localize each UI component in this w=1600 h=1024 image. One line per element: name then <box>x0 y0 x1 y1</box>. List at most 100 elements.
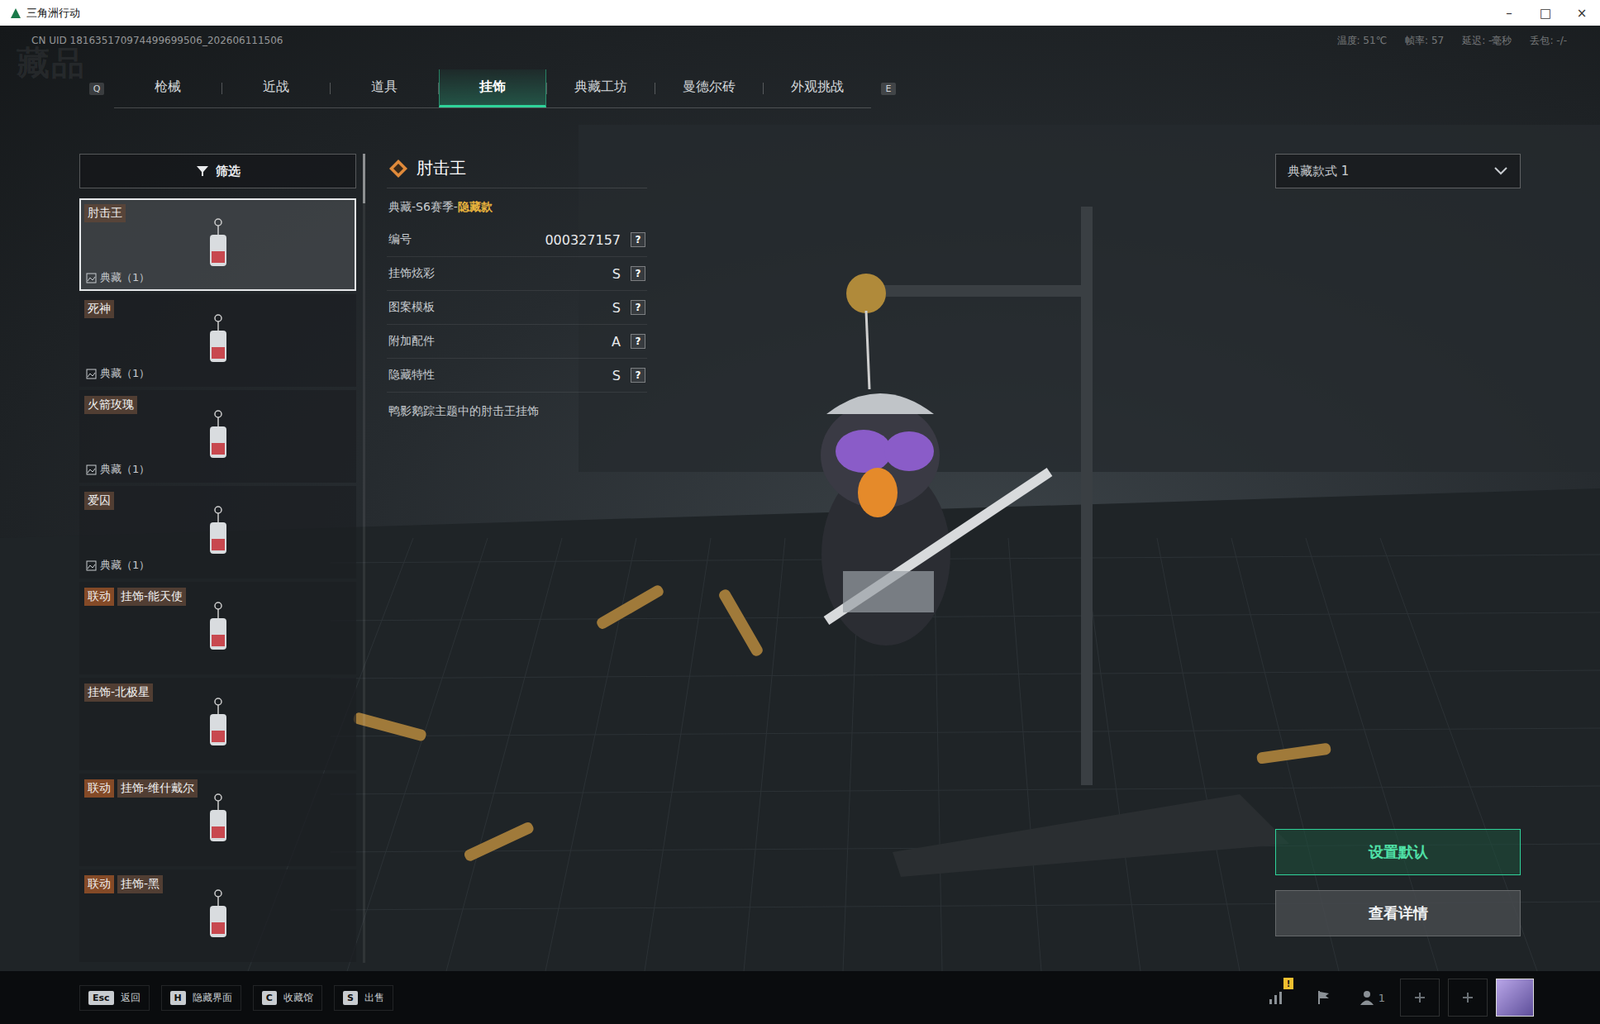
title-bar: 三角洲行动–□× <box>0 0 1600 26</box>
help-button[interactable]: ? <box>630 333 646 349</box>
tab-separator <box>762 82 764 95</box>
charm-list: 肘击王典藏（1）死神典藏（1）火箭玫瑰典藏（1）爱囚典藏（1）联动挂饰-能天使挂… <box>79 198 357 963</box>
image-icon <box>85 368 97 380</box>
category-tab[interactable]: 近战 <box>222 69 330 108</box>
category-tab[interactable]: 挂饰 <box>438 69 547 108</box>
charm-thumbnail-icon <box>201 697 235 751</box>
description: 鸭影鹅踪主题中的肘击王挂饰 <box>386 392 648 431</box>
charm-thumbnail-icon <box>201 889 235 943</box>
list-scrollbar[interactable] <box>362 153 366 963</box>
scrollbar-thumb[interactable] <box>362 153 366 204</box>
uid-text: CN UID 181635170974499699506_20260611150… <box>31 34 284 47</box>
collection-count: 典藏（1） <box>85 461 150 477</box>
alert-badge: ! <box>1283 977 1294 990</box>
tab-separator <box>221 82 223 95</box>
shortcut-button[interactable]: Esc返回 <box>79 985 150 1011</box>
charm-thumbnail-icon <box>201 218 235 272</box>
shortcut-button[interactable]: S出售 <box>333 985 394 1011</box>
collection-count: 典藏（1） <box>85 366 150 381</box>
squad-button[interactable]: 1 <box>1352 978 1392 1017</box>
charm-item[interactable]: 联动挂饰-黑 <box>79 869 357 962</box>
invite-slot[interactable] <box>1447 978 1488 1017</box>
invite-slot[interactable] <box>1400 978 1440 1017</box>
category-tab[interactable]: 道具 <box>330 69 439 108</box>
attribute-row: 挂饰炫彩S? <box>386 257 648 291</box>
tab-separator <box>546 82 548 95</box>
perf-stat: 延迟: -毫秒 <box>1461 33 1512 48</box>
perf-stat: 丢包: -/- <box>1529 33 1567 48</box>
charm-name: 火箭玫瑰 <box>84 395 138 415</box>
charm-thumbnail-icon <box>201 601 235 655</box>
charm-item[interactable]: 火箭玫瑰典藏（1） <box>79 390 357 483</box>
perf-stats: 温度: 51℃帧率: 57延迟: -毫秒丢包: -/- <box>1337 33 1568 48</box>
image-icon <box>85 272 97 284</box>
category-tab[interactable]: 典藏工坊 <box>547 69 655 108</box>
bottom-bar: Esc返回H隐藏界面C收藏馆S出售!1 <box>0 971 1600 1024</box>
window-control[interactable]: – <box>1490 5 1528 21</box>
prev-tab-key[interactable]: Q <box>89 82 105 96</box>
charm-name: 挂饰-能天使 <box>117 587 186 606</box>
collection-count: 典藏（1） <box>85 270 150 286</box>
charm-name: 挂饰-维什戴尔 <box>117 779 198 798</box>
help-button[interactable]: ? <box>630 266 646 281</box>
stats-button[interactable]: ! <box>1256 978 1296 1017</box>
charm-thumbnail-icon <box>201 314 235 367</box>
filter-icon <box>195 164 210 178</box>
charm-thumbnail-icon <box>201 505 235 559</box>
info-row: CN UID 181635170974499699506_20260611150… <box>0 25 1600 51</box>
shortcut-button[interactable]: C收藏馆 <box>252 985 323 1011</box>
charm-item[interactable]: 死神典藏（1） <box>79 294 357 387</box>
detail-title: 肘击王 <box>386 153 648 189</box>
charm-thumbnail-icon <box>201 409 235 463</box>
shortcut-button[interactable]: H隐藏界面 <box>161 985 242 1011</box>
tab-separator <box>329 82 331 95</box>
help-button[interactable]: ? <box>630 367 646 383</box>
image-icon <box>85 464 97 476</box>
collection-screen: 藏品CN UID 181635170974499699506_202606111… <box>0 25 1600 972</box>
charm-name: 挂饰-北极星 <box>84 683 153 702</box>
action-panel: 典藏款式 1 设置默认查看详情 <box>1275 153 1521 963</box>
action-button[interactable]: 设置默认 <box>1275 828 1521 876</box>
help-button[interactable]: ? <box>630 232 646 248</box>
category-tab[interactable]: 外观挑战 <box>763 69 872 108</box>
charm-item[interactable]: 肘击王典藏（1） <box>79 198 357 291</box>
charm-item[interactable]: 挂饰-北极星 <box>79 677 357 771</box>
chevron-down-icon <box>1493 166 1509 177</box>
attribute-row: 图案模板S? <box>386 290 648 325</box>
rarity-icon <box>388 158 409 179</box>
plus-icon <box>1461 990 1475 1005</box>
collab-badge: 联动 <box>84 587 115 606</box>
window-title: 三角洲行动 <box>26 5 1491 21</box>
charm-list-panel: 筛选肘击王典藏（1）死神典藏（1）火箭玫瑰典藏（1）爱囚典藏（1）联动挂饰-能天… <box>79 153 357 963</box>
plus-icon <box>1413 990 1427 1005</box>
charm-name: 死神 <box>84 300 115 319</box>
charm-name: 肘击王 <box>84 204 126 223</box>
system-tray: !1 <box>1256 978 1534 1017</box>
window-control[interactable]: × <box>1563 5 1600 21</box>
style-select[interactable]: 典藏款式 1 <box>1275 153 1521 189</box>
perf-stat: 帧率: 57 <box>1404 33 1444 48</box>
help-button[interactable]: ? <box>630 300 646 315</box>
window-control[interactable]: □ <box>1527 5 1564 21</box>
category-tab[interactable]: 曼德尔砖 <box>655 69 763 108</box>
tab-separator <box>654 82 656 95</box>
flag-button[interactable] <box>1304 978 1344 1017</box>
charm-item[interactable]: 联动挂饰-能天使 <box>79 581 357 675</box>
charm-thumbnail-icon <box>201 793 235 847</box>
page-watermark: 藏品 <box>16 40 86 86</box>
attribute-row: 附加配件A? <box>386 324 648 359</box>
bar-chart-icon <box>1267 989 1285 1006</box>
player-avatar[interactable] <box>1495 978 1534 1017</box>
charm-item[interactable]: 联动挂饰-维什戴尔 <box>79 773 357 867</box>
person-icon <box>1358 989 1376 1006</box>
series-line: 典藏-S6赛季-隐藏款 <box>386 188 648 224</box>
collab-badge: 联动 <box>84 875 115 894</box>
action-button[interactable]: 查看详情 <box>1275 890 1521 937</box>
game-window: 三角洲行动–□×藏品CN UID 181635170974499699506_2… <box>0 0 1600 1024</box>
collab-badge: 联动 <box>84 779 115 798</box>
charm-item[interactable]: 爱囚典藏（1） <box>79 485 357 579</box>
next-tab-key[interactable]: E <box>880 82 896 96</box>
attribute-row: 编号000327157? <box>386 223 648 258</box>
filter-button[interactable]: 筛选 <box>79 153 357 189</box>
category-tab[interactable]: 枪械 <box>114 69 222 108</box>
